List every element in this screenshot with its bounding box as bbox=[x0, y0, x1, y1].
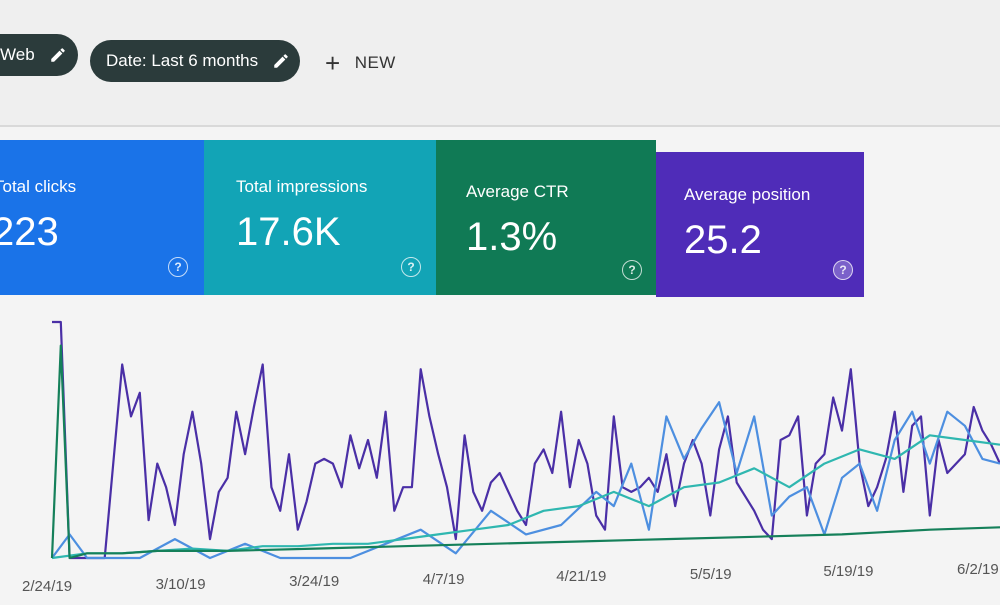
help-icon[interactable]: ? bbox=[622, 260, 642, 280]
metric-card-total-impressions[interactable]: Total impressions 17.6K ? bbox=[204, 140, 436, 295]
x-tick-label: 4/7/19 bbox=[422, 570, 465, 588]
new-filter-label: NEW bbox=[354, 53, 396, 72]
edit-pencil-icon[interactable] bbox=[272, 52, 290, 70]
x-tick-label: 4/21/19 bbox=[556, 568, 607, 585]
metric-card-average-position[interactable]: Average position 25.2 ? bbox=[656, 152, 864, 297]
x-tick-label: 5/5/19 bbox=[689, 565, 732, 583]
plus-icon: + bbox=[325, 48, 341, 78]
help-icon[interactable]: ? bbox=[168, 257, 188, 277]
filter-chip-date[interactable]: Date: Last 6 months bbox=[90, 40, 300, 82]
metric-value: 1.3% bbox=[466, 215, 558, 259]
metric-card-average-ctr[interactable]: Average CTR 1.3% ? bbox=[436, 140, 656, 295]
metric-title: Total clicks bbox=[0, 177, 77, 196]
metric-value: 223 bbox=[0, 210, 59, 254]
filter-bar: Web Date: Last 6 months + NEW bbox=[0, 0, 1000, 127]
x-tick-label: 3/10/19 bbox=[155, 575, 206, 593]
x-tick-label: 2/24/19 bbox=[22, 578, 73, 595]
filter-chip-web[interactable]: Web bbox=[0, 34, 78, 76]
metric-value: 25.2 bbox=[684, 218, 762, 262]
metric-card-total-clicks[interactable]: Total clicks 223 ? bbox=[0, 140, 204, 295]
edit-pencil-icon[interactable] bbox=[49, 46, 67, 64]
help-icon[interactable]: ? bbox=[833, 260, 853, 280]
chart-svg bbox=[50, 320, 1000, 560]
x-tick-label: 5/19/19 bbox=[823, 563, 874, 580]
filter-chip-label: Web bbox=[0, 45, 35, 64]
new-filter-button[interactable]: + NEW bbox=[325, 50, 396, 76]
metric-value: 17.6K bbox=[236, 210, 341, 254]
series-line-0 bbox=[52, 320, 1000, 560]
metric-title: Average CTR bbox=[466, 182, 569, 201]
metric-title: Total impressions bbox=[236, 177, 368, 196]
metric-title: Average position bbox=[684, 185, 811, 204]
help-icon[interactable]: ? bbox=[401, 257, 421, 277]
filter-chip-label: Date: Last 6 months bbox=[106, 51, 259, 70]
x-tick-label: 3/24/19 bbox=[289, 573, 340, 590]
performance-chart: 2/24/19 3/10/19 3/24/19 4/7/19 4/21/19 5/5/19… bbox=[0, 300, 1000, 600]
x-tick-label: 6/2/19 bbox=[957, 560, 999, 578]
